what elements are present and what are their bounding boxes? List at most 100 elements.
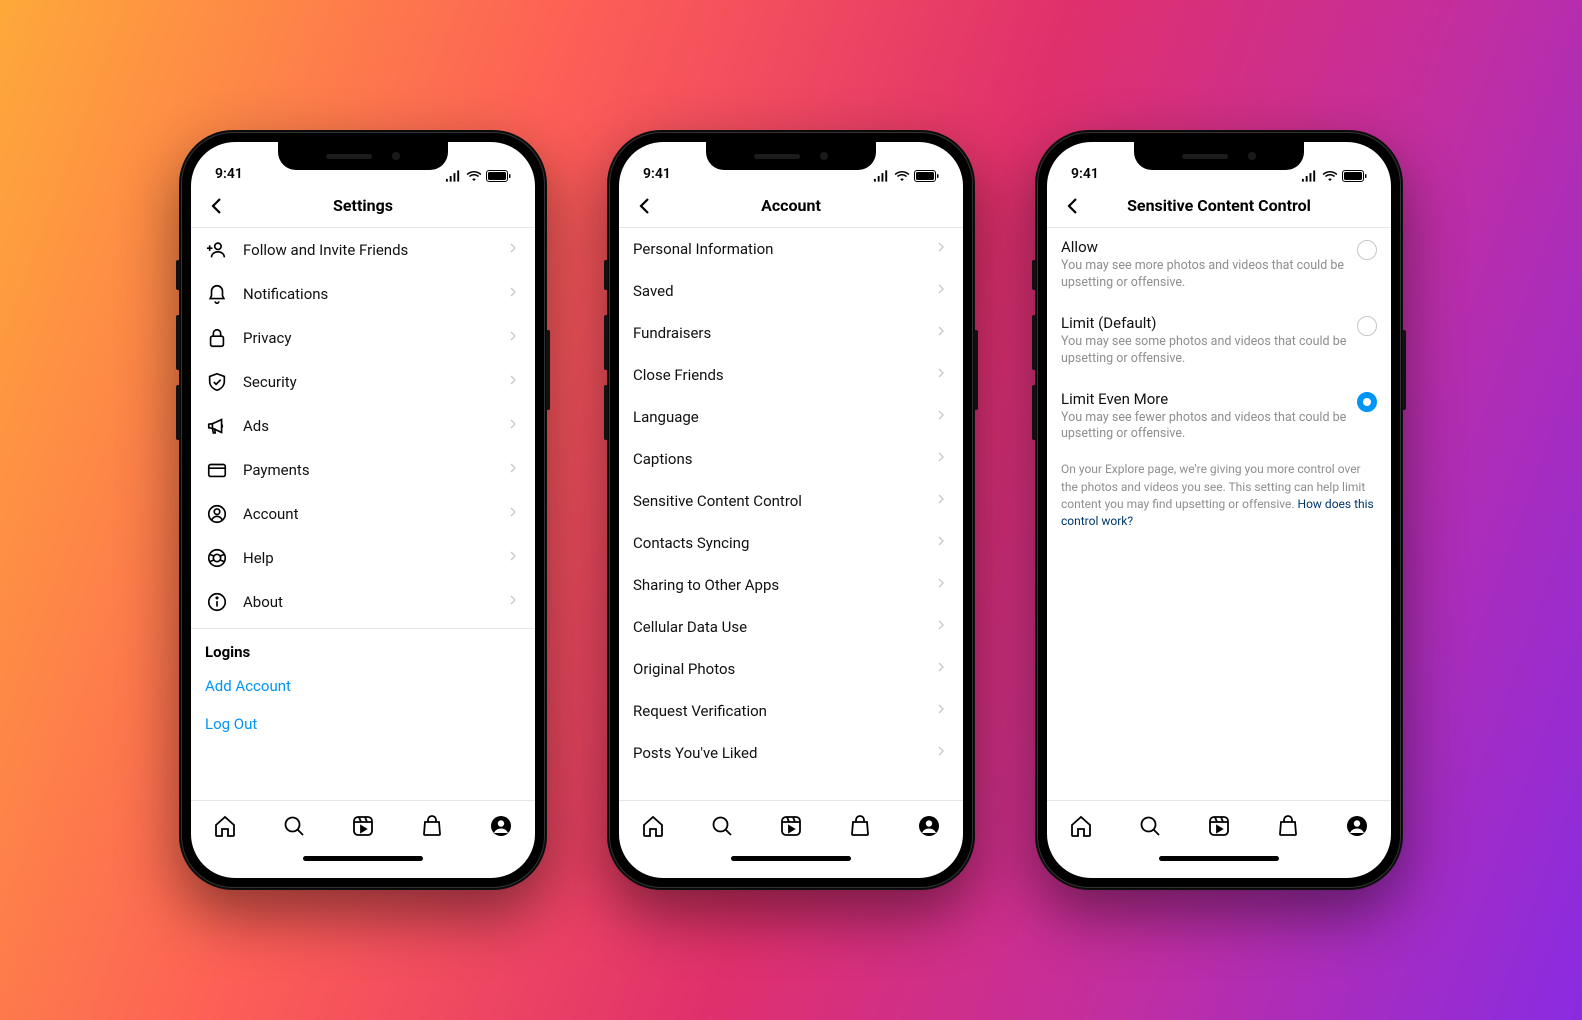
menu-row-label: Fundraisers [633, 324, 933, 342]
menu-row-1-7[interactable]: Contacts Syncing [619, 522, 963, 564]
shop-icon[interactable] [1275, 813, 1301, 839]
menu-row-1-2[interactable]: Fundraisers [619, 312, 963, 354]
search-icon[interactable] [281, 813, 307, 839]
profile-icon[interactable] [488, 813, 514, 839]
menu-row-label: Security [243, 373, 505, 391]
menu-row-0-8[interactable]: About [191, 580, 535, 624]
reels-icon[interactable] [1206, 813, 1232, 839]
home-icon[interactable] [212, 813, 238, 839]
chevron-right-icon [933, 701, 949, 721]
radio-button-icon [1357, 392, 1377, 412]
user-plus-icon [205, 238, 229, 262]
menu-row-1-1[interactable]: Saved [619, 270, 963, 312]
home-icon[interactable] [1068, 813, 1094, 839]
menu-row-1-11[interactable]: Request Verification [619, 690, 963, 732]
content: Allow You may see more photos and videos… [1047, 228, 1391, 800]
menu-row-1-8[interactable]: Sharing to Other Apps [619, 564, 963, 606]
info-text: On your Explore page, we're giving you m… [1047, 455, 1391, 537]
search-icon[interactable] [1137, 813, 1163, 839]
page-title: Sensitive Content Control [1047, 196, 1391, 215]
menu-row-1-4[interactable]: Language [619, 396, 963, 438]
lock-icon [205, 326, 229, 350]
menu-row-1-5[interactable]: Captions [619, 438, 963, 480]
link-row-1[interactable]: Log Out [191, 707, 535, 741]
radio-desc: You may see some photos and videos that … [1061, 334, 1347, 368]
chevron-right-icon [933, 617, 949, 637]
radio-desc: You may see more photos and videos that … [1061, 258, 1347, 292]
menu-row-0-2[interactable]: Privacy [191, 316, 535, 360]
status-time: 9:41 [643, 166, 671, 182]
shop-icon[interactable] [419, 813, 445, 839]
menu-row-1-6[interactable]: Sensitive Content Control [619, 480, 963, 522]
menu-row-1-3[interactable]: Close Friends [619, 354, 963, 396]
phone-1: 9:41 Account Personal Information Saved … [607, 130, 975, 890]
chevron-right-icon [505, 240, 521, 260]
menu-row-0-6[interactable]: Account [191, 492, 535, 536]
search-icon[interactable] [709, 813, 735, 839]
menu-row-0-3[interactable]: Security [191, 360, 535, 404]
tab-bar [1047, 800, 1391, 850]
menu-row-label: Sharing to Other Apps [633, 576, 933, 594]
menu-row-0-1[interactable]: Notifications [191, 272, 535, 316]
menu-row-1-12[interactable]: Posts You've Liked [619, 732, 963, 774]
menu-row-label: Saved [633, 282, 933, 300]
radio-desc: You may see fewer photos and videos that… [1061, 410, 1347, 444]
menu-row-0-0[interactable]: Follow and Invite Friends [191, 228, 535, 272]
reels-icon[interactable] [350, 813, 376, 839]
content: Follow and Invite Friends Notifications … [191, 228, 535, 800]
profile-icon[interactable] [1344, 813, 1370, 839]
reels-icon[interactable] [778, 813, 804, 839]
chevron-right-icon [505, 592, 521, 612]
person-icon [205, 502, 229, 526]
chevron-right-icon [505, 372, 521, 392]
tab-bar [619, 800, 963, 850]
back-button[interactable] [203, 192, 231, 220]
menu-row-0-7[interactable]: Help [191, 536, 535, 580]
chevron-right-icon [933, 491, 949, 511]
menu-row-1-9[interactable]: Cellular Data Use [619, 606, 963, 648]
menu-row-1-10[interactable]: Original Photos [619, 648, 963, 690]
status-indicators [445, 170, 511, 182]
chevron-right-icon [933, 533, 949, 553]
card-icon [205, 458, 229, 482]
menu-row-1-0[interactable]: Personal Information [619, 228, 963, 270]
radio-option-2[interactable]: Limit Even More You may see fewer photos… [1047, 380, 1391, 456]
chevron-right-icon [505, 416, 521, 436]
radio-option-1[interactable]: Limit (Default) You may see some photos … [1047, 304, 1391, 380]
status-indicators [873, 170, 939, 182]
chevron-right-icon [933, 281, 949, 301]
menu-row-label: Follow and Invite Friends [243, 241, 505, 259]
menu-row-label: Captions [633, 450, 933, 468]
bell-icon [205, 282, 229, 306]
radio-title: Limit (Default) [1061, 314, 1347, 332]
menu-row-label: Sensitive Content Control [633, 492, 933, 510]
chevron-right-icon [505, 328, 521, 348]
menu-row-label: Help [243, 549, 505, 567]
radio-option-0[interactable]: Allow You may see more photos and videos… [1047, 228, 1391, 304]
menu-row-0-4[interactable]: Ads [191, 404, 535, 448]
menu-row-0-5[interactable]: Payments [191, 448, 535, 492]
radio-button-icon [1357, 316, 1377, 336]
menu-row-label: Cellular Data Use [633, 618, 933, 636]
chevron-right-icon [933, 743, 949, 763]
shield-icon [205, 370, 229, 394]
menu-row-label: Ads [243, 417, 505, 435]
info-icon [205, 590, 229, 614]
phone-0: 9:41 Settings Follow and Invite Friends … [179, 130, 547, 890]
home-indicator [619, 850, 963, 878]
chevron-right-icon [933, 365, 949, 385]
home-indicator [1047, 850, 1391, 878]
lifebuoy-icon [205, 546, 229, 570]
back-button[interactable] [631, 192, 659, 220]
shop-icon[interactable] [847, 813, 873, 839]
home-icon[interactable] [640, 813, 666, 839]
radio-title: Limit Even More [1061, 390, 1347, 408]
link-row-0[interactable]: Add Account [191, 669, 535, 703]
profile-icon[interactable] [916, 813, 942, 839]
section-title: Logins [191, 629, 535, 669]
phone-2: 9:41 Sensitive Content Control Allow You… [1035, 130, 1403, 890]
page-title: Account [619, 196, 963, 215]
back-button[interactable] [1059, 192, 1087, 220]
menu-row-label: Privacy [243, 329, 505, 347]
notch [706, 142, 876, 170]
